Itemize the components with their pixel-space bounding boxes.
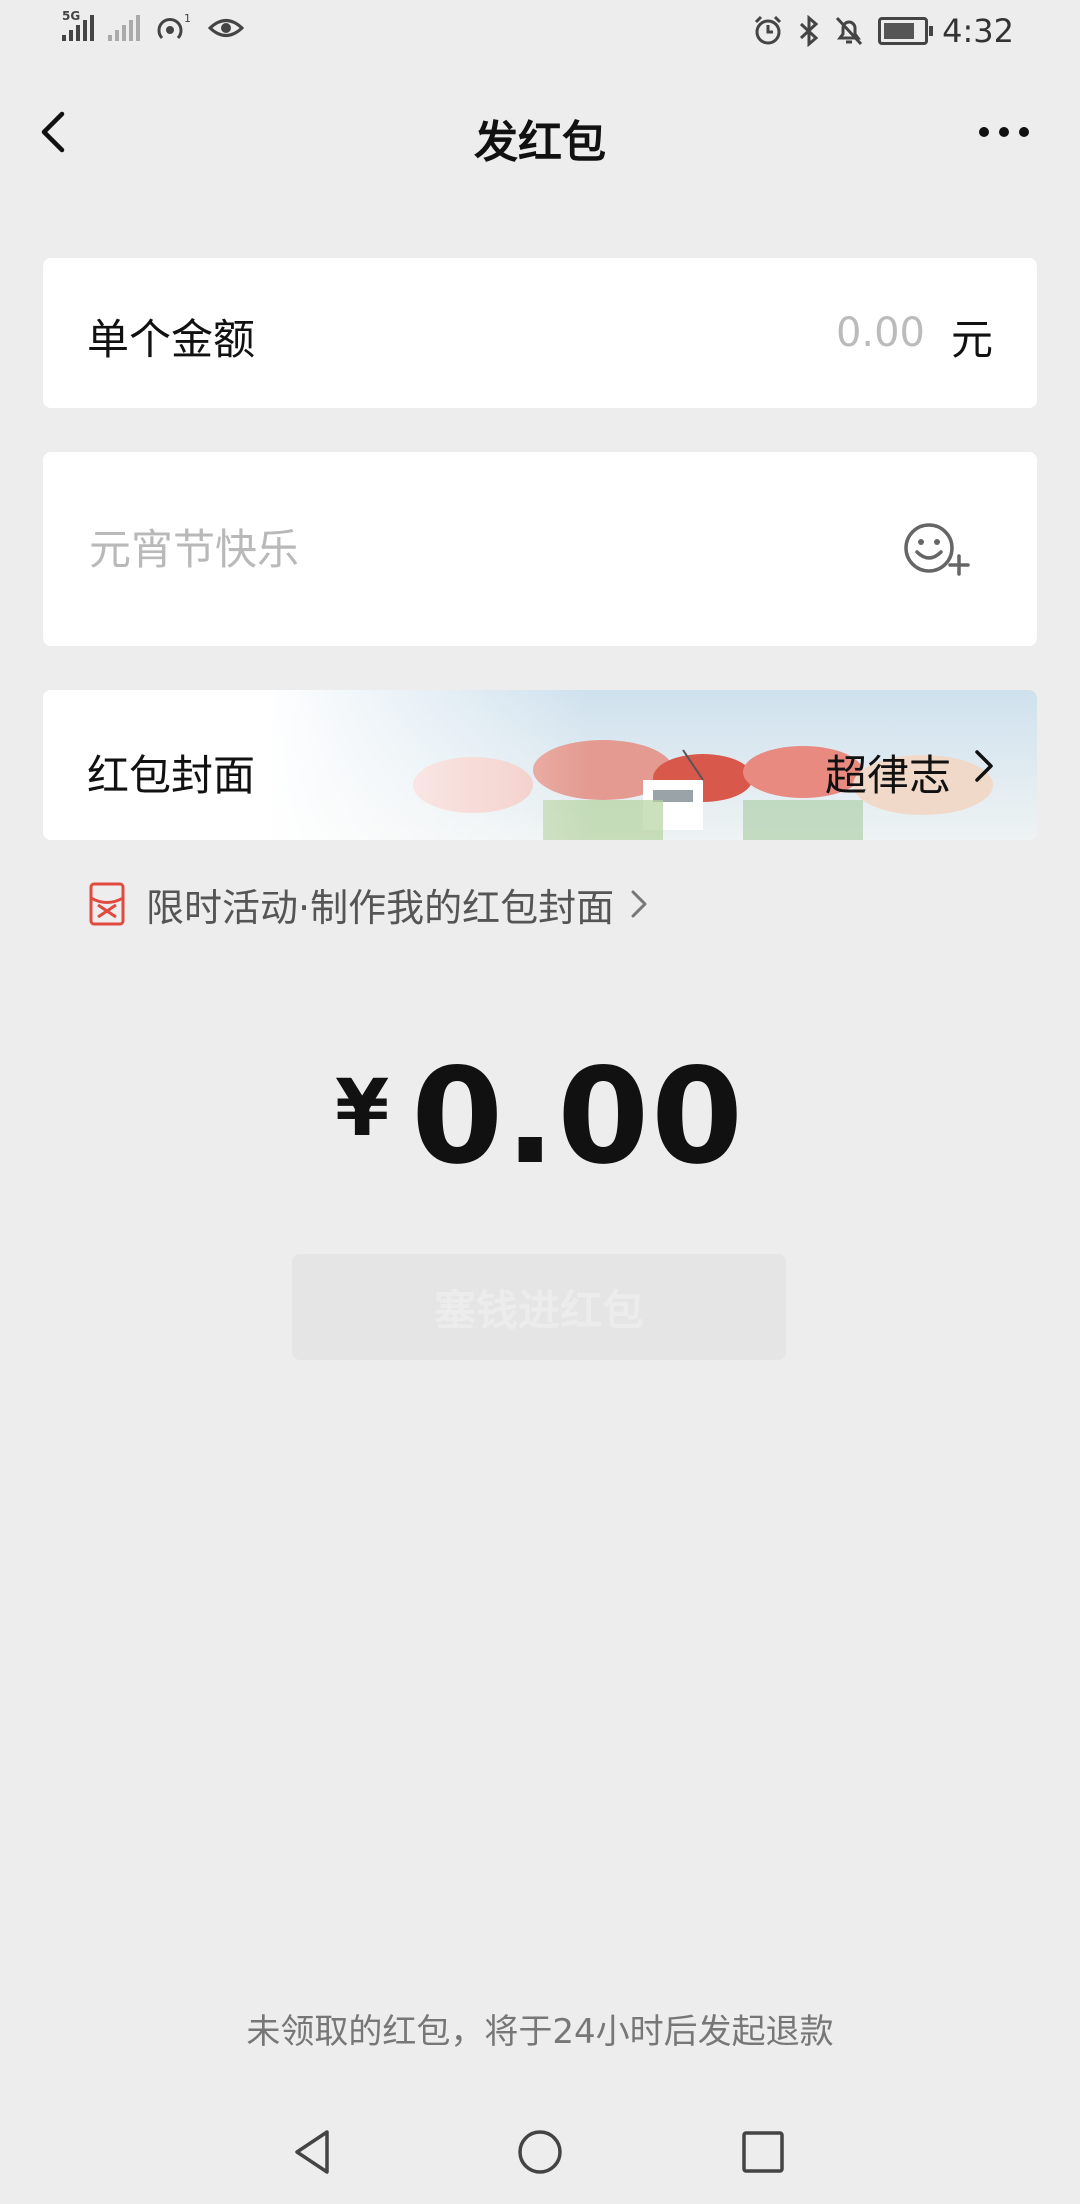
system-back-icon[interactable] [283, 2122, 343, 2182]
cover-label: 红包封面 [87, 751, 256, 800]
amount-input[interactable] [623, 302, 927, 364]
system-home-icon[interactable] [510, 2122, 570, 2182]
promo-text: 限时活动·制作我的红包封面 [146, 885, 615, 930]
cover-card[interactable]: 红包封面 超律志 [43, 690, 1037, 840]
bluetooth-icon [800, 15, 819, 47]
cellular-signal-icon: 5G [62, 9, 94, 41]
svg-text:1: 1 [184, 12, 191, 25]
amount-label: 单个金额 [87, 315, 256, 364]
status-right: 4:32 [752, 12, 1014, 50]
cellular-signal-2-icon [108, 15, 140, 41]
refund-note: 未领取的红包，将于24小时后发起退款 [246, 2012, 834, 2052]
network-type-label: 5G [62, 9, 81, 23]
battery-icon [878, 17, 934, 45]
status-bar: 5G 1 4:32 [0, 0, 1080, 64]
hotspot-icon: 1 [157, 12, 191, 40]
alarm-icon [755, 15, 782, 45]
status-left: 5G 1 [62, 9, 244, 44]
put-money-button[interactable]: 塞钱进红包 [292, 1254, 786, 1360]
cover-promo-link[interactable]: 限时活动·制作我的红包封面 [88, 876, 650, 932]
red-packet-page: 5G 1 4:32 发红包 单个金额 0.00 元 元宵节快乐 红包封面 超律志… [0, 0, 1080, 2204]
navigation-bar: 发红包 [0, 72, 1080, 192]
chevron-right-icon [631, 890, 647, 918]
total-amount: ¥0.00 [0, 1040, 1080, 1194]
amount-card: 单个金额 元 [43, 258, 1037, 408]
status-time: 4:32 [942, 12, 1014, 50]
total-value: 0.00 [411, 1040, 745, 1194]
system-navigation-bar [0, 2100, 1080, 2204]
currency-symbol: ¥ [335, 1064, 390, 1154]
page-title: 发红包 [474, 117, 606, 168]
amount-unit: 元 [950, 315, 993, 364]
mute-bell-icon [836, 16, 863, 46]
more-options-icon[interactable] [974, 112, 1034, 152]
cover-value: 超律志 [824, 751, 951, 800]
red-packet-icon [89, 882, 125, 926]
greeting-card [43, 452, 1037, 646]
system-recent-apps-icon[interactable] [733, 2122, 793, 2182]
greeting-input[interactable] [87, 518, 891, 580]
chevron-right-icon [975, 750, 993, 782]
eye-comfort-icon [208, 19, 244, 37]
emoji-add-icon[interactable] [901, 518, 971, 582]
